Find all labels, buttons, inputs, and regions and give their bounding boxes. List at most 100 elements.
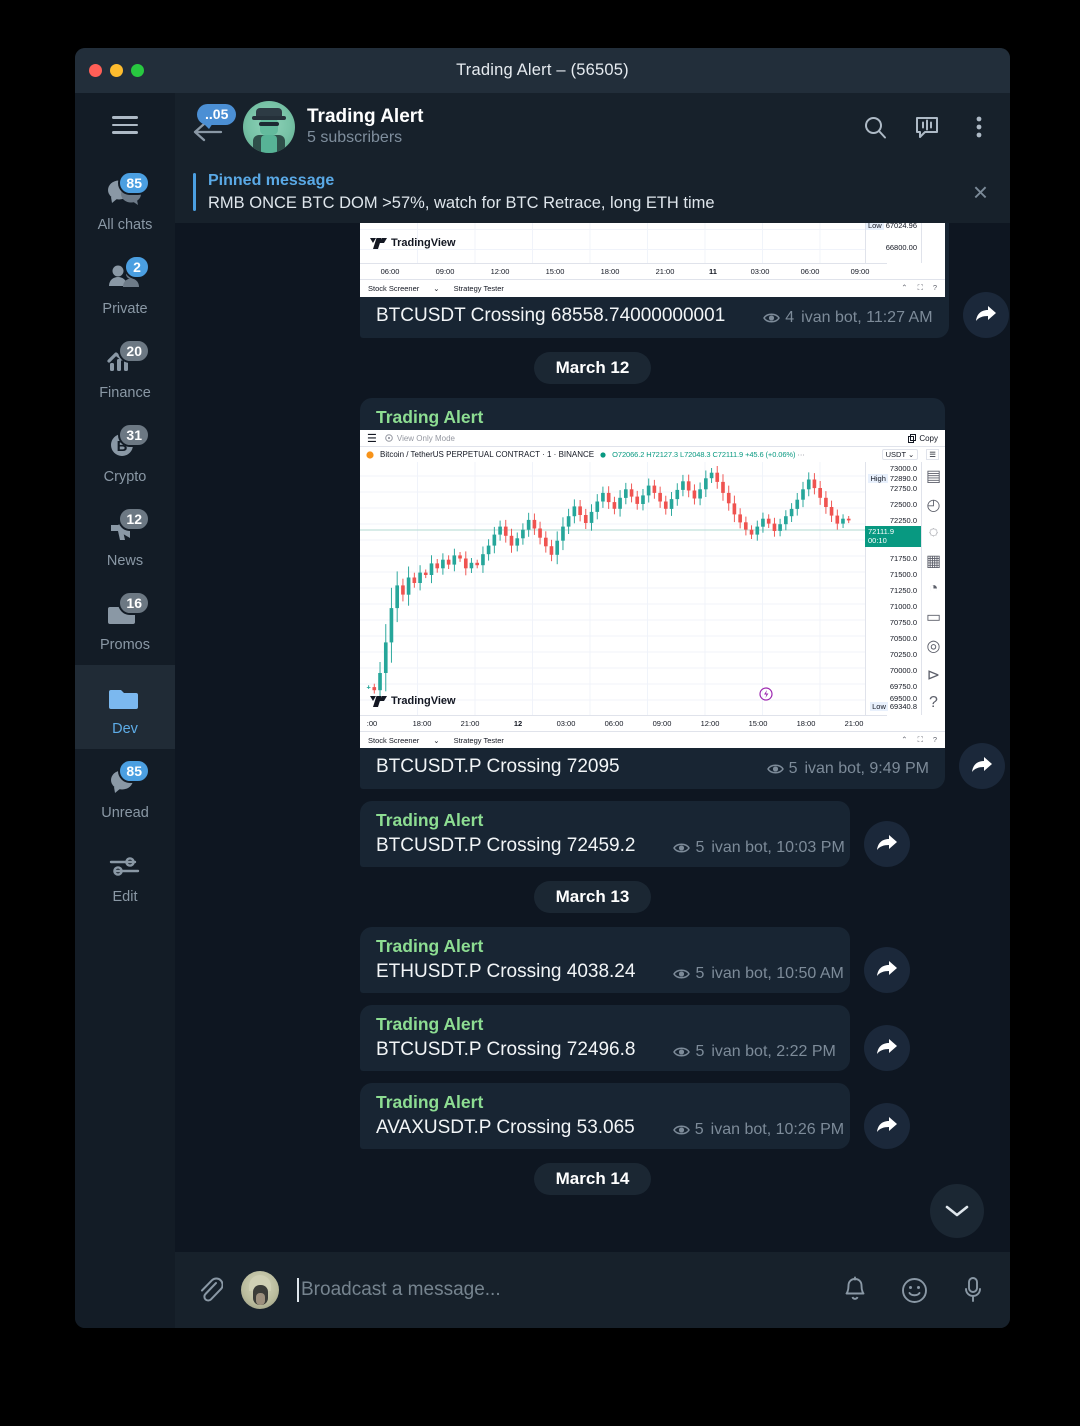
chat-icon[interactable]: ▭ bbox=[926, 607, 941, 627]
message-sender: Trading Alert bbox=[376, 407, 484, 427]
forward-button[interactable] bbox=[959, 743, 1005, 789]
message-text: ETHUSDT.P Crossing 4038.24 bbox=[376, 961, 636, 982]
calendar-icon[interactable]: ▦ bbox=[926, 551, 941, 571]
hamburger-menu-icon[interactable] bbox=[102, 101, 148, 149]
ideas-stream-icon[interactable]: ◎ bbox=[927, 636, 941, 656]
hamburger-menu-icon[interactable]: ☰ bbox=[367, 432, 377, 445]
sidebar-item-unread[interactable]: 85 Unread bbox=[75, 749, 175, 833]
message-caption-row: BTCUSDT.P Crossing 72095 5 ivan bot, 9:4… bbox=[360, 748, 945, 789]
message-sender: Trading Alert bbox=[376, 936, 484, 956]
chart-plot-area[interactable]: TradingView bbox=[360, 462, 865, 715]
chart-currency[interactable]: USDT ⌄ ☰ bbox=[881, 449, 939, 460]
message-bubble[interactable]: Trading Alert ☰ View Only Mode Copy Bitc… bbox=[360, 398, 945, 789]
chart-footer-actions[interactable]: ⌃ ⛶ ? bbox=[901, 283, 937, 293]
live-stream-icon[interactable] bbox=[914, 114, 940, 140]
sidebar-item-label: All chats bbox=[97, 216, 153, 233]
sidebar-item-all-chats[interactable]: 85 All chats bbox=[75, 161, 175, 245]
price-axis[interactable]: 73000.0 High 72890.0 72750.0 72500.0 7225… bbox=[865, 462, 921, 715]
sidebar-item-private[interactable]: 2 Private bbox=[75, 245, 175, 329]
sidebar-item-dev[interactable]: Dev bbox=[75, 665, 175, 749]
replay-marker-icon bbox=[759, 687, 773, 701]
microphone-icon[interactable] bbox=[962, 1276, 984, 1304]
message-bubble[interactable]: Trading Alert ETHUSDT.P Crossing 4038.24 bbox=[360, 927, 850, 993]
forward-button[interactable] bbox=[864, 1025, 910, 1071]
chart-right-toolbar[interactable] bbox=[921, 223, 945, 263]
fullscreen-icon[interactable]: ⛶ bbox=[918, 283, 923, 293]
message-bubble[interactable]: Trading Alert AVAXUSDT.P Crossing 53.065 bbox=[360, 1083, 850, 1149]
pinned-message-bar[interactable]: Pinned message RMB ONCE BTC DOM >57%, wa… bbox=[175, 161, 1010, 223]
badge-count: 85 bbox=[118, 758, 150, 783]
sidebar-item-finance[interactable]: 20 Finance bbox=[75, 329, 175, 413]
unread-count-pill: ..05 bbox=[197, 104, 237, 129]
subscriber-count: 5 subscribers bbox=[307, 129, 403, 147]
avatar[interactable] bbox=[243, 101, 295, 153]
sender-avatar[interactable] bbox=[241, 1271, 279, 1309]
search-icon[interactable] bbox=[862, 114, 888, 140]
time-axis: :00 18:00 21:00 12 03:00 06:00 09:00 12:… bbox=[360, 715, 887, 731]
price-axis[interactable]: 67400.00 67200.00 Low67024.96 66800.00 bbox=[865, 223, 921, 263]
message-caption-row: BTCUSDT.P Crossing 72459.2 5 ivan bot, 1… bbox=[360, 833, 850, 867]
emoji-icon[interactable] bbox=[901, 1277, 928, 1304]
forward-button[interactable] bbox=[962, 292, 1009, 338]
message-bubble[interactable]: Trading Alert BTCUSDT.P Crossing 72496.8 bbox=[360, 1005, 850, 1071]
forward-button[interactable] bbox=[864, 947, 910, 993]
sidebar-item-edit[interactable]: Edit bbox=[75, 833, 175, 917]
chart-footer[interactable]: Stock Screener ⌄ Strategy Tester ⌃ ⛶ ? bbox=[360, 731, 945, 748]
sidebar-item-promos[interactable]: 16 Promos bbox=[75, 581, 175, 665]
chart-footer[interactable]: Stock Screener ⌄ Strategy Tester ⌃ ⛶ ? bbox=[360, 279, 945, 296]
alerts-clock-icon[interactable]: ◴ bbox=[927, 495, 941, 515]
strategy-tester-button[interactable]: Strategy Tester bbox=[454, 736, 504, 745]
chevron-down-icon[interactable]: ⌄ bbox=[433, 284, 439, 293]
telegram-window: Trading Alert – (56505) 85 All chats 2 P… bbox=[75, 48, 1010, 1328]
eye-icon bbox=[672, 1125, 690, 1135]
message-caption-row: AVAXUSDT.P Crossing 53.065 5 ivan bot, 1… bbox=[360, 1115, 850, 1149]
ideas-bulb-icon[interactable]: ◔ bbox=[929, 580, 939, 598]
attach-icon[interactable] bbox=[197, 1276, 223, 1304]
strategy-tester-button[interactable]: Strategy Tester bbox=[454, 284, 504, 293]
message-bubble[interactable]: TradingView 67400.00 67200.00 Low67024.9… bbox=[360, 223, 949, 338]
copy-button[interactable]: Copy bbox=[908, 433, 938, 443]
chart-footer-actions[interactable]: ⌃ ⛶ ? bbox=[901, 735, 937, 745]
date-label: March 13 bbox=[533, 881, 652, 913]
message-author-time: ivan bot, 10:50 AM bbox=[711, 965, 844, 982]
chevron-up-icon[interactable]: ⌃ bbox=[901, 735, 907, 745]
tradingview-chart-partial[interactable]: TradingView 67400.00 67200.00 Low67024.9… bbox=[360, 223, 945, 297]
back-button[interactable]: ..05 bbox=[191, 104, 237, 150]
watchlist-icon[interactable]: ▤ bbox=[926, 466, 941, 486]
more-vertical-icon[interactable] bbox=[966, 114, 992, 140]
stock-screener-button[interactable]: Stock Screener bbox=[368, 284, 419, 293]
sidebar-item-news[interactable]: 12 News bbox=[75, 497, 175, 581]
help-icon[interactable]: ? bbox=[933, 735, 937, 745]
bell-icon[interactable] bbox=[843, 1276, 867, 1304]
tradingview-logo: TradingView bbox=[370, 695, 456, 707]
stock-screener-button[interactable]: Stock Screener bbox=[368, 736, 419, 745]
tradingview-chart[interactable]: ☰ View Only Mode Copy Bitcoin / TetherUS… bbox=[360, 430, 945, 748]
chart-symbol-bar: Bitcoin / TetherUS PERPETUAL CONTRACT · … bbox=[360, 447, 945, 462]
sidebar-item-label: Promos bbox=[100, 636, 150, 653]
message-input-placeholder: Broadcast a message... bbox=[301, 1279, 501, 1300]
window-titlebar: Trading Alert – (56505) bbox=[75, 48, 1010, 93]
chevron-up-icon[interactable]: ⌃ bbox=[901, 283, 907, 293]
help-icon[interactable]: ? bbox=[933, 283, 937, 293]
candlestick-series bbox=[360, 462, 865, 715]
fullscreen-icon[interactable]: ⛶ bbox=[918, 735, 923, 745]
scroll-to-bottom-button[interactable] bbox=[930, 1184, 984, 1238]
message-bubble[interactable]: Trading Alert BTCUSDT.P Crossing 72459.2 bbox=[360, 801, 850, 867]
help-icon[interactable]: ? bbox=[929, 694, 938, 712]
forward-button[interactable] bbox=[864, 1103, 910, 1149]
message-author-time: ivan bot, 10:03 PM bbox=[711, 839, 845, 856]
chart-right-toolbar[interactable]: ▤ ◴ ◌ ▦ ◔ ▭ ◎ ⊳ ? bbox=[921, 462, 945, 715]
chart-symbol[interactable]: Bitcoin / TetherUS PERPETUAL CONTRACT · … bbox=[380, 450, 594, 459]
chevron-down-icon bbox=[945, 1205, 969, 1217]
sidebar-item-crypto[interactable]: B 31 Crypto bbox=[75, 413, 175, 497]
forward-button[interactable] bbox=[864, 821, 910, 867]
message-input[interactable]: Broadcast a message... bbox=[297, 1278, 825, 1302]
tradingview-logo: TradingView bbox=[370, 237, 456, 249]
message-list[interactable]: TradingView 67400.00 67200.00 Low67024.9… bbox=[175, 223, 1010, 1252]
broadcast-icon[interactable]: ⊳ bbox=[927, 665, 940, 685]
chat-title-block[interactable]: Trading Alert 5 subscribers bbox=[307, 105, 850, 150]
copy-icon bbox=[908, 433, 917, 443]
close-icon[interactable]: × bbox=[973, 179, 988, 205]
hotlist-flame-icon[interactable]: ◌ bbox=[929, 524, 939, 542]
chevron-down-icon[interactable]: ⌄ bbox=[433, 736, 439, 745]
